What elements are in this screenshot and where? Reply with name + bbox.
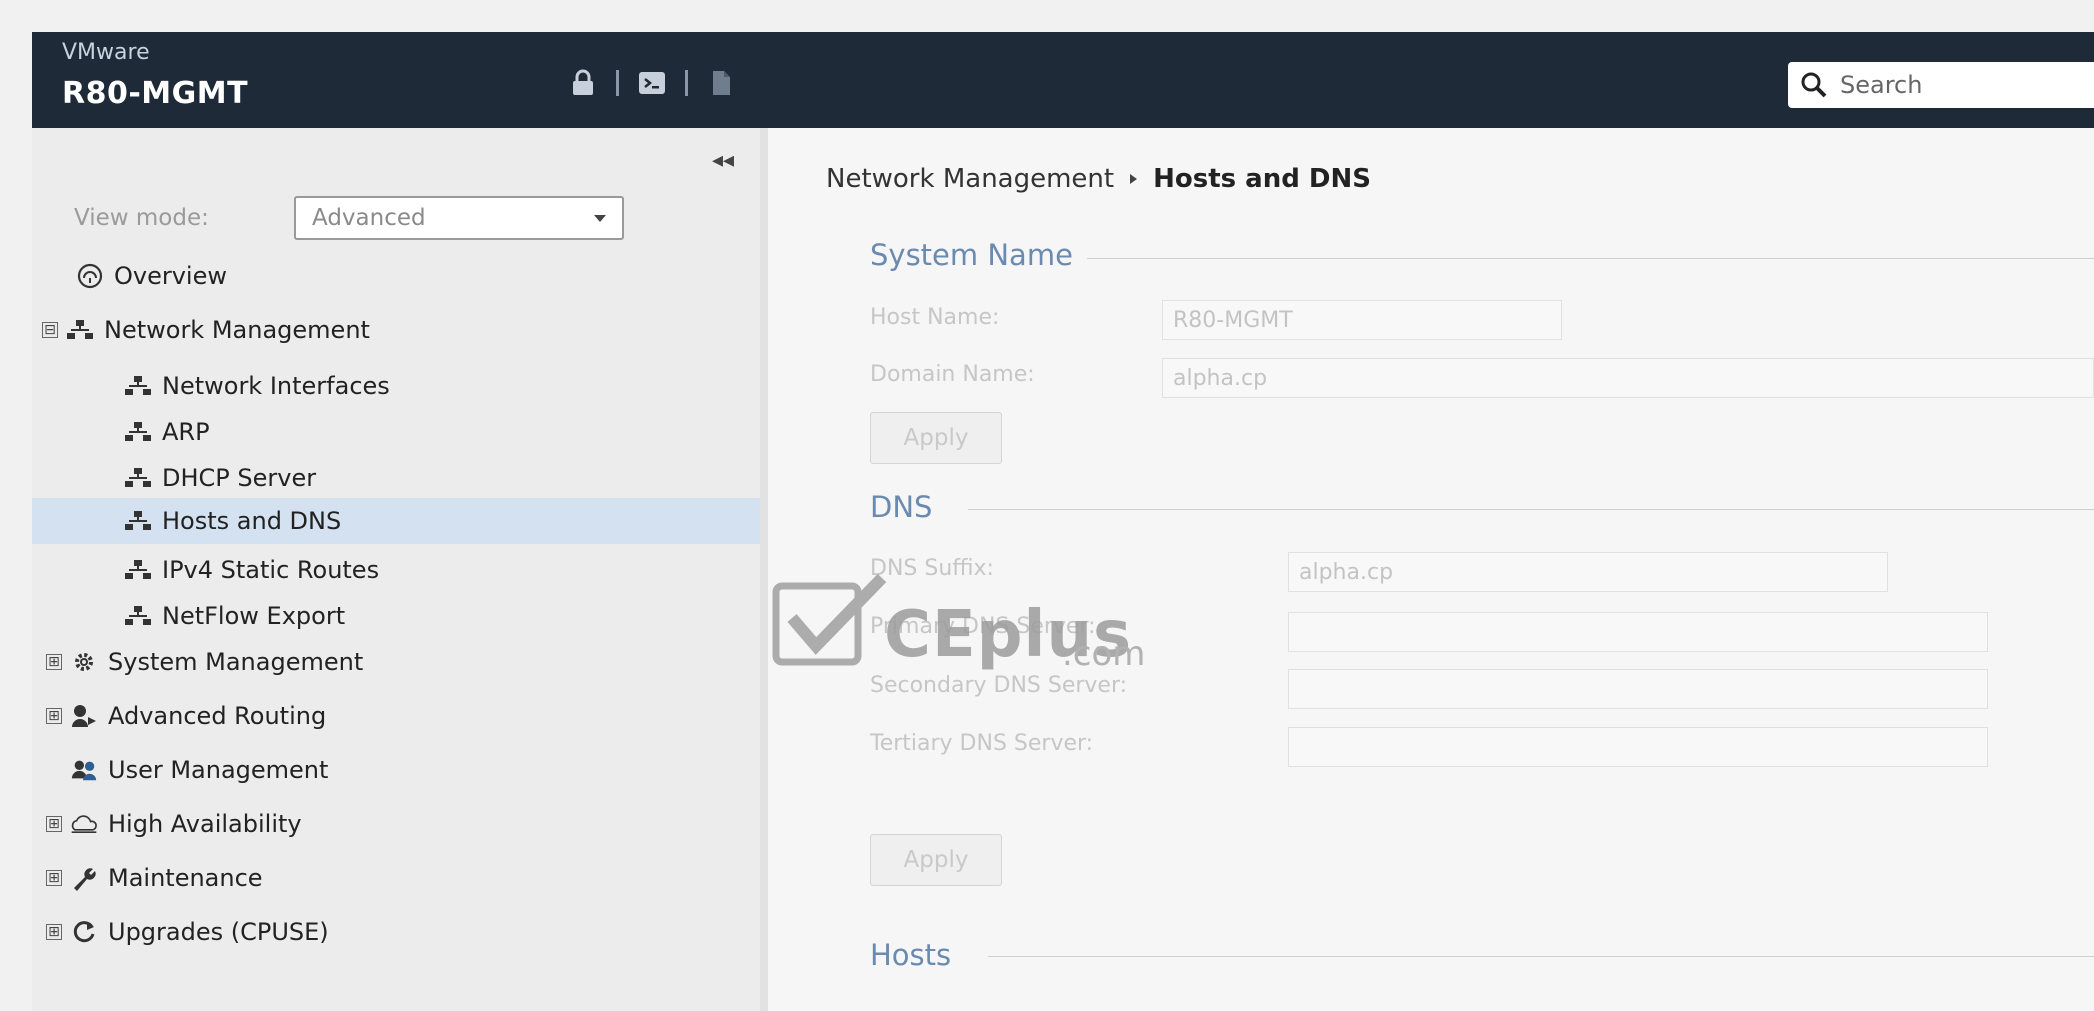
network-icon (124, 602, 152, 630)
sidebar-item-label: Upgrades (CPUSE) (108, 918, 329, 946)
sidebar-item-label: Maintenance (108, 864, 263, 892)
network-icon (124, 556, 152, 584)
sidebar-item-hosts-and-dns[interactable]: Hosts and DNS (32, 498, 760, 544)
toolbar-separator (616, 70, 619, 96)
host-title: R80-MGMT (62, 76, 249, 111)
expand-icon[interactable]: ⊞ (46, 924, 62, 940)
expand-icon[interactable]: ⊞ (46, 708, 62, 724)
wrench-icon (70, 864, 98, 892)
sidebar-item-netflow-export[interactable]: NetFlow Export (32, 594, 760, 638)
breadcrumb: Network Management Hosts and DNS (826, 164, 1371, 194)
expand-icon[interactable]: ⊞ (46, 654, 62, 670)
domain-name-field[interactable] (1162, 358, 2094, 398)
breadcrumb-current: Hosts and DNS (1153, 164, 1371, 194)
expand-icon[interactable]: ⊞ (46, 870, 62, 886)
sidebar-item-label: Hosts and DNS (162, 507, 342, 535)
sidebar-item-high-availability[interactable]: ⊞ High Availability (32, 802, 760, 846)
toolbar-separator (685, 70, 688, 96)
dns-suffix-field[interactable] (1288, 552, 1888, 592)
sidebar-item-network-management[interactable]: ⊟ Network Management (32, 308, 760, 352)
sidebar-item-label: ARP (162, 418, 210, 446)
expand-icon[interactable]: ⊞ (46, 816, 62, 832)
search-icon (1801, 72, 1827, 98)
view-mode-row: View mode: Advanced (74, 196, 624, 240)
cloud-icon (70, 810, 98, 838)
sidebar-item-maintenance[interactable]: ⊞ Maintenance (32, 856, 760, 900)
tertiary-dns-field[interactable] (1288, 727, 1988, 767)
tertiary-dns-label: Tertiary DNS Server: (870, 731, 1094, 756)
vendor-label: VMware (62, 40, 150, 65)
watermark-suffix: .com (1062, 634, 1146, 674)
sidebar-item-overview[interactable]: Overview (32, 254, 760, 298)
sidebar-item-label: Advanced Routing (108, 702, 327, 730)
view-mode-select[interactable]: Advanced (294, 196, 624, 240)
gear-icon (70, 648, 98, 676)
collapse-sidebar-button[interactable]: ◂◂ (712, 148, 734, 173)
network-icon (66, 316, 94, 344)
breadcrumb-arrow-icon (1130, 174, 1138, 184)
section-title-system-name: System Name (870, 238, 1087, 272)
sidebar-item-label: Overview (114, 262, 227, 290)
toolbar (568, 68, 736, 98)
search-input[interactable] (1838, 70, 2092, 100)
host-name-field[interactable] (1162, 300, 1562, 340)
sidebar-item-label: Network Interfaces (162, 372, 390, 400)
host-name-label: Host Name: (870, 305, 1000, 330)
sidebar-item-arp[interactable]: ARP (32, 410, 760, 454)
lock-icon[interactable] (568, 68, 598, 98)
domain-name-label: Domain Name: (870, 362, 1035, 387)
main-content: Network Management Hosts and DNS System … (768, 128, 2094, 1011)
network-icon (124, 507, 152, 535)
document-icon[interactable] (706, 68, 736, 98)
overview-icon (76, 262, 104, 290)
view-mode-label: View mode: (74, 205, 209, 231)
sidebar-item-upgrades-cpuse[interactable]: ⊞ Upgrades (CPUSE) (32, 910, 760, 954)
section-divider (968, 509, 2094, 510)
sidebar-item-advanced-routing[interactable]: ⊞ Advanced Routing (32, 694, 760, 738)
sidebar-item-system-management[interactable]: ⊞ System Management (32, 640, 760, 684)
view-mode-value: Advanced (312, 205, 426, 231)
sidebar-item-label: IPv4 Static Routes (162, 556, 380, 584)
sidebar-item-label: Network Management (104, 316, 370, 344)
sidebar: ◂◂ View mode: Advanced Overview ⊟ Networ… (32, 128, 768, 1011)
sidebar-item-network-interfaces[interactable]: Network Interfaces (32, 364, 760, 408)
search-box[interactable] (1788, 62, 2094, 108)
sidebar-item-ipv4-static-routes[interactable]: IPv4 Static Routes (32, 548, 760, 592)
sidebar-item-user-management[interactable]: User Management (32, 748, 760, 792)
users-icon (70, 756, 98, 784)
terminal-icon[interactable] (637, 68, 667, 98)
collapse-icon[interactable]: ⊟ (42, 322, 58, 338)
checkmark-logo (772, 573, 887, 666)
network-icon (124, 372, 152, 400)
ceplus-watermark: CEplus .com (770, 572, 1145, 674)
routing-icon (70, 702, 98, 730)
section-title-dns: DNS (870, 490, 947, 524)
breadcrumb-parent[interactable]: Network Management (826, 164, 1114, 194)
secondary-dns-field[interactable] (1288, 669, 1988, 709)
dns-apply-button[interactable]: Apply (870, 834, 1002, 886)
section-divider (988, 956, 2094, 957)
sidebar-item-label: NetFlow Export (162, 602, 346, 630)
top-bar: VMware R80-MGMT (32, 32, 2094, 128)
network-icon (124, 418, 152, 446)
sidebar-item-label: High Availability (108, 810, 302, 838)
system-name-apply-button[interactable]: Apply (870, 412, 1002, 464)
secondary-dns-label: Secondary DNS Server: (870, 673, 1128, 698)
sidebar-item-label: User Management (108, 756, 329, 784)
sidebar-item-label: System Management (108, 648, 364, 676)
section-title-hosts: Hosts (870, 938, 966, 972)
chevron-down-icon (594, 214, 606, 222)
primary-dns-field[interactable] (1288, 612, 1988, 652)
refresh-icon (70, 918, 98, 946)
network-icon (124, 464, 152, 492)
section-divider (1068, 258, 2094, 259)
sidebar-item-label: DHCP Server (162, 464, 317, 492)
sidebar-item-dhcp-server[interactable]: DHCP Server (32, 456, 760, 500)
